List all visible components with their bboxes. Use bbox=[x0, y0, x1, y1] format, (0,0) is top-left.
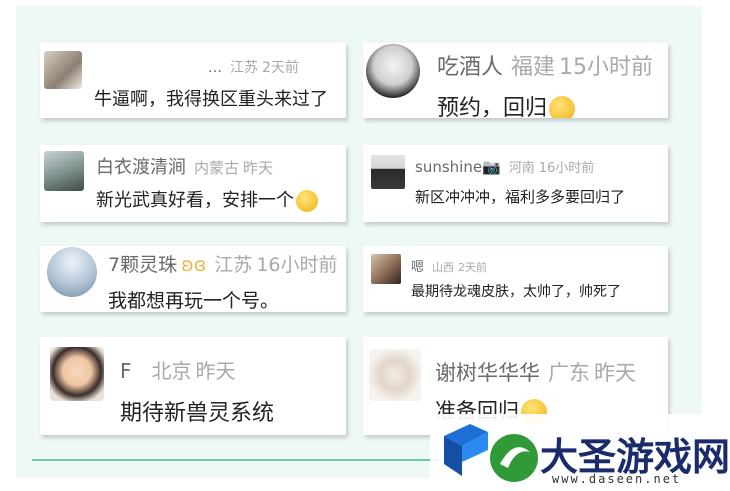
avatar[interactable] bbox=[50, 347, 104, 401]
comment-meta: 谢树华华华 广东 昨天 bbox=[435, 357, 636, 387]
comment-location: 福建 bbox=[511, 55, 556, 80]
comment-location: 北京 bbox=[151, 359, 192, 383]
avatar[interactable] bbox=[47, 247, 97, 297]
comment-location: 河南 bbox=[508, 161, 535, 176]
comment-text-body: 新光武真好看，安排一个 bbox=[96, 190, 294, 211]
comment-time: 2天前 bbox=[262, 60, 299, 76]
comment-card[interactable]: 吃酒人 福建 15小时前 预约，回归 bbox=[363, 43, 668, 118]
avatar[interactable] bbox=[366, 44, 420, 98]
comment-text-body: 预约，回归 bbox=[437, 96, 548, 118]
comment-meta: … 江苏 2天前 bbox=[208, 57, 299, 77]
comment-username[interactable]: … bbox=[208, 60, 222, 76]
comment-username[interactable]: 谢树华华华 bbox=[435, 361, 540, 385]
comment-text: 最期待龙魂皮肤，太帅了，帅死了 bbox=[411, 284, 621, 300]
cat-face-emoji bbox=[549, 96, 576, 118]
comment-location: 江苏 bbox=[214, 254, 253, 276]
comment-time: 15小时前 bbox=[559, 55, 654, 80]
comment-location: 山西 bbox=[432, 261, 455, 274]
comment-card[interactable]: … 江苏 2天前 牛逼啊，我得换区重头来过了 bbox=[40, 43, 346, 118]
comment-username[interactable]: sunshine📷 bbox=[415, 158, 501, 176]
site-watermark: 大圣游戏网 www.daseen.net bbox=[430, 414, 730, 491]
comment-card[interactable]: sunshine📷 河南 16小时前 新区冲冲冲，福利多多要回归了 bbox=[363, 145, 668, 222]
comment-text: 新区冲冲冲，福利多多要回归了 bbox=[415, 188, 626, 206]
comment-text: 预约，回归 bbox=[437, 90, 576, 118]
comment-time: 16小时前 bbox=[256, 254, 338, 276]
comment-time: 昨天 bbox=[243, 159, 274, 177]
comment-username[interactable]: 嗯 bbox=[411, 260, 424, 275]
comment-text: 牛逼啊，我得换区重头来过了 bbox=[94, 89, 328, 110]
comment-time: 昨天 bbox=[195, 359, 236, 383]
comment-meta: sunshine📷 河南 16小时前 bbox=[415, 157, 594, 176]
comment-username[interactable]: F bbox=[120, 359, 132, 383]
comment-location: 广东 bbox=[548, 361, 590, 385]
comment-time: 16小时前 bbox=[538, 161, 595, 176]
comment-username[interactable]: 吃酒人 bbox=[437, 55, 503, 80]
comment-username[interactable]: 7颗灵珠 bbox=[108, 254, 177, 276]
comment-card[interactable]: F 北京 昨天 期待新兽灵系统 bbox=[40, 337, 346, 435]
avatar[interactable] bbox=[369, 349, 421, 401]
comment-text: 我都想再玩一个号。 bbox=[108, 290, 280, 312]
comment-meta: 吃酒人 福建 15小时前 bbox=[437, 49, 653, 81]
comment-card[interactable]: 白衣渡清涧 内蒙古 昨天 新光武真好看，安排一个 bbox=[40, 145, 346, 222]
comment-text: 期待新兽灵系统 bbox=[120, 401, 275, 426]
comment-meta: 7颗灵珠 ʚɞ 江苏 16小时前 bbox=[108, 250, 338, 277]
comment-meta: 白衣渡清涧 内蒙古 昨天 bbox=[96, 153, 273, 179]
divider-line bbox=[32, 459, 442, 461]
ribbon-icon: ʚɞ bbox=[181, 254, 207, 276]
comment-card[interactable]: 嗯山西 2天前 最期待龙魂皮肤，太帅了，帅死了 bbox=[363, 246, 668, 312]
comment-meta: 嗯山西 2天前 bbox=[411, 256, 487, 275]
comment-meta: F 北京 昨天 bbox=[120, 355, 236, 384]
comment-username[interactable]: 白衣渡清涧 bbox=[96, 157, 186, 178]
avatar[interactable] bbox=[44, 51, 82, 89]
comment-location: 江苏 bbox=[230, 60, 258, 76]
avatar[interactable] bbox=[44, 151, 84, 191]
site-logo-icon bbox=[444, 424, 538, 482]
site-url: www.daseen.net bbox=[552, 472, 682, 486]
comment-text: 新光武真好看，安排一个 bbox=[96, 186, 318, 212]
avatar[interactable] bbox=[371, 155, 405, 189]
comment-time: 2天前 bbox=[458, 261, 488, 274]
comment-location: 内蒙古 bbox=[194, 159, 240, 177]
comment-time: 昨天 bbox=[594, 361, 636, 385]
comment-card[interactable]: 7颗灵珠 ʚɞ 江苏 16小时前 我都想再玩一个号。 bbox=[40, 246, 346, 312]
avatar[interactable] bbox=[371, 254, 401, 284]
smirk-emoji bbox=[296, 190, 318, 212]
